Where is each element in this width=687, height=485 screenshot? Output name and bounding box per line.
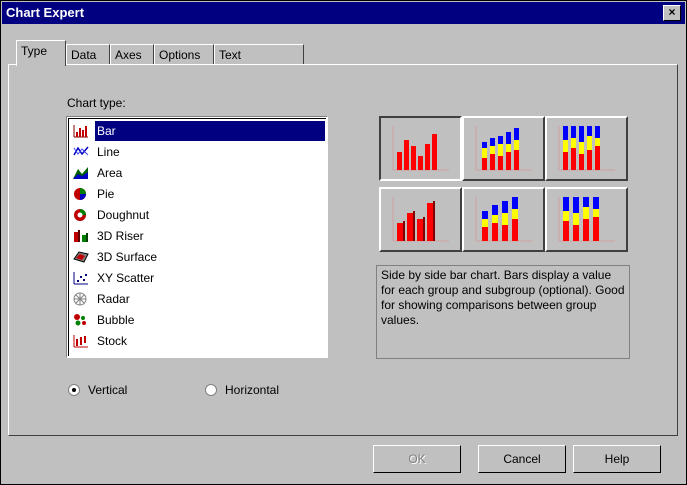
chart-type-list-inner: Bar Line Area Pie Doughnut 3D Riser 3D S… xyxy=(68,118,326,356)
subtype-3d-percent-bar[interactable] xyxy=(545,187,628,252)
horizontal-radio-label[interactable]: Horizontal xyxy=(225,383,279,397)
list-item-label: XY Scatter xyxy=(97,271,155,285)
line-chart-icon xyxy=(73,146,89,156)
doughnut-chart-icon xyxy=(74,209,86,221)
tab-text[interactable]: Text xyxy=(214,44,304,64)
ok-button-label: OK xyxy=(408,452,426,466)
list-item-label: Area xyxy=(97,166,123,180)
3d-side-by-side-bar-icon xyxy=(392,197,449,242)
cancel-button[interactable]: Cancel xyxy=(478,445,566,473)
chart-type-label: Chart type: xyxy=(67,96,126,110)
stock-chart-icon xyxy=(73,335,88,348)
list-item-stock[interactable]: Stock xyxy=(71,331,323,351)
close-button[interactable]: × xyxy=(663,5,681,21)
tab-axes-label: Axes xyxy=(115,48,142,62)
pie-chart-icon xyxy=(74,188,86,200)
list-item-label: 3D Riser xyxy=(97,229,144,243)
window-title: Chart Expert xyxy=(6,5,85,20)
subtype-3d-side-by-side-bar[interactable] xyxy=(379,187,462,252)
list-item-label: Doughnut xyxy=(97,208,150,222)
tab-options-label: Options xyxy=(159,48,201,62)
vertical-radio[interactable] xyxy=(68,384,80,396)
side-by-side-bar-icon xyxy=(392,126,449,171)
vertical-radio-label[interactable]: Vertical xyxy=(88,383,127,397)
list-item-3d-surface[interactable]: 3D Surface xyxy=(71,247,323,267)
3d-riser-icon xyxy=(74,230,88,242)
help-button[interactable]: Help xyxy=(573,445,661,473)
list-item-label: Bar xyxy=(94,120,326,142)
list-item-label: Stock xyxy=(97,334,128,348)
list-item-doughnut[interactable]: Doughnut xyxy=(71,205,323,225)
list-item-label: Bubble xyxy=(97,313,135,327)
3d-percent-bar-icon xyxy=(558,197,615,242)
percent-bar-icon xyxy=(558,126,615,171)
list-item-line[interactable]: Line xyxy=(71,142,323,162)
subtype-side-by-side-bar[interactable] xyxy=(379,116,462,181)
radar-chart-icon xyxy=(73,292,87,306)
3d-surface-icon xyxy=(73,251,89,263)
list-item-label: Pie xyxy=(97,187,115,201)
tab-axes[interactable]: Axes xyxy=(110,44,154,64)
subtype-percent-bar[interactable] xyxy=(545,116,628,181)
list-item-label: Line xyxy=(97,145,120,159)
list-item-label: Radar xyxy=(97,292,130,306)
tab-data[interactable]: Data xyxy=(66,44,110,64)
cancel-button-label: Cancel xyxy=(503,452,541,466)
description-box: Side by side bar chart. Bars display a v… xyxy=(376,265,630,359)
list-item-xy-scatter[interactable]: XY Scatter xyxy=(71,268,323,288)
horizontal-radio[interactable] xyxy=(205,384,217,396)
subtype-stacked-bar[interactable] xyxy=(462,116,545,181)
description-text: Side by side bar chart. Bars display a v… xyxy=(381,268,625,327)
list-item-bubble[interactable]: Bubble xyxy=(71,310,323,330)
title-bar: Chart Expert × xyxy=(2,2,685,24)
tab-text-label: Text xyxy=(219,48,242,62)
list-item-radar[interactable]: Radar xyxy=(71,289,323,309)
tab-type-label: Type xyxy=(21,44,48,58)
3d-stacked-bar-icon xyxy=(475,197,532,242)
tab-data-label: Data xyxy=(71,48,97,62)
tab-type[interactable]: Type xyxy=(16,40,66,66)
list-item-3d-riser[interactable]: 3D Riser xyxy=(71,226,323,246)
bar-chart-icon xyxy=(73,124,89,138)
list-item-label: 3D Surface xyxy=(97,250,158,264)
list-item-area[interactable]: Area xyxy=(71,163,323,183)
help-button-label: Help xyxy=(604,452,630,466)
area-chart-icon xyxy=(73,167,88,179)
stacked-bar-icon xyxy=(475,126,532,171)
bubble-chart-icon xyxy=(74,314,86,326)
subtype-3d-stacked-bar[interactable] xyxy=(462,187,545,252)
list-item-pie[interactable]: Pie xyxy=(71,184,323,204)
tab-options[interactable]: Options xyxy=(154,44,214,64)
list-item-bar[interactable]: Bar xyxy=(71,120,326,142)
ok-button[interactable]: OK xyxy=(373,445,461,473)
chart-type-list[interactable]: Bar Line Area Pie Doughnut 3D Riser 3D S… xyxy=(66,116,328,358)
xy-scatter-icon xyxy=(73,272,88,285)
